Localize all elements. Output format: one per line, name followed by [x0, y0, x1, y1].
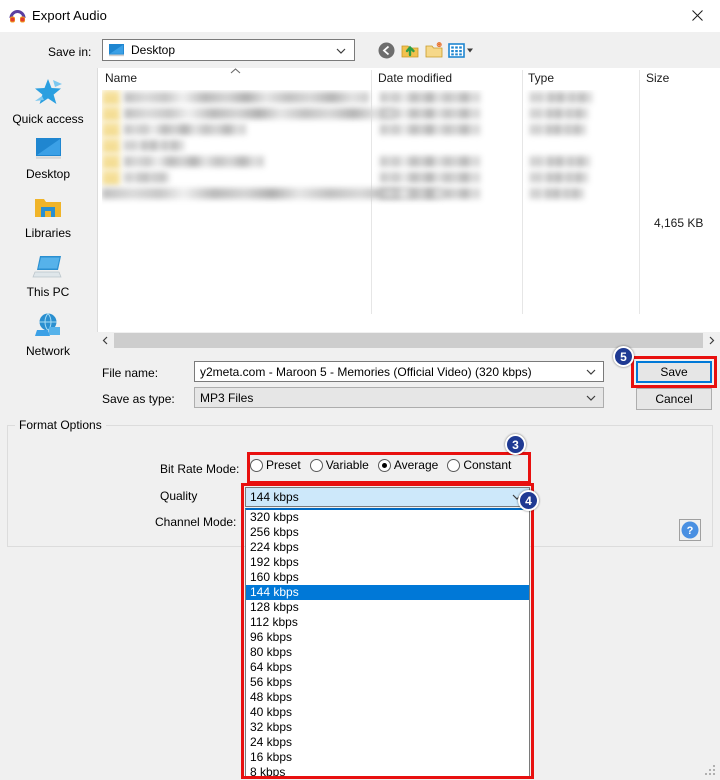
star-icon — [31, 97, 65, 111]
radio-mark — [250, 459, 263, 472]
chevron-down-icon[interactable] — [585, 392, 597, 404]
quality-combobox[interactable]: 144 kbps — [245, 487, 530, 507]
chevron-right-icon[interactable] — [703, 332, 720, 349]
sidebar-item-label: This PC — [0, 285, 96, 299]
quality-option[interactable]: 56 kbps — [246, 675, 529, 690]
radio-label: Variable — [326, 458, 369, 472]
network-globe-icon — [31, 329, 65, 343]
column-header-date-modified[interactable]: Date modified — [378, 71, 452, 85]
sidebar-item-label: Quick access — [0, 112, 96, 126]
monitor-icon — [108, 43, 125, 57]
quality-option[interactable]: 24 kbps — [246, 735, 529, 750]
new-folder-icon[interactable] — [422, 38, 446, 62]
svg-text:?: ? — [687, 525, 694, 537]
radio-mark — [310, 459, 323, 472]
chevron-down-icon[interactable] — [335, 45, 347, 57]
file-list[interactable]: Name Date modified Type Size — [97, 68, 720, 332]
file-name-label: File name: — [102, 366, 158, 380]
folder-icon — [32, 211, 64, 225]
column-header-type[interactable]: Type — [528, 71, 554, 85]
up-folder-icon[interactable] — [398, 38, 422, 62]
export-audio-dialog: Export Audio Save in: Desktop — [0, 0, 720, 780]
file-rows-blurred[interactable] — [102, 90, 720, 205]
computer-icon — [31, 270, 65, 284]
quality-option[interactable]: 192 kbps — [246, 555, 529, 570]
quality-option[interactable]: 96 kbps — [246, 630, 529, 645]
column-header-size[interactable]: Size — [646, 71, 669, 85]
quality-option[interactable]: 48 kbps — [246, 690, 529, 705]
radio-label: Average — [394, 458, 438, 472]
quality-option[interactable]: 64 kbps — [246, 660, 529, 675]
radio-mark — [447, 459, 460, 472]
window-title: Export Audio — [32, 8, 107, 23]
quality-option[interactable]: 16 kbps — [246, 750, 529, 765]
sidebar-item-desktop[interactable]: Desktop — [0, 135, 96, 181]
annotation-badge-4: 4 — [518, 490, 539, 511]
file-name-value: y2meta.com - Maroon 5 - Memories (Offici… — [200, 365, 532, 379]
format-options-legend: Format Options — [15, 418, 106, 432]
radio-mark-selected — [378, 459, 391, 472]
resize-grip[interactable] — [705, 765, 717, 777]
sidebar-item-label: Libraries — [0, 226, 96, 240]
radio-preset[interactable]: Preset — [250, 458, 301, 472]
column-header-name[interactable]: Name — [105, 71, 137, 85]
radio-average[interactable]: Average — [378, 458, 438, 472]
radio-label: Preset — [266, 458, 301, 472]
radio-variable[interactable]: Variable — [310, 458, 369, 472]
annotation-badge-5: 5 — [613, 346, 634, 367]
file-name-input[interactable]: y2meta.com - Maroon 5 - Memories (Offici… — [194, 361, 604, 382]
chevron-down-icon[interactable] — [585, 366, 597, 378]
save-in-combobox[interactable]: Desktop — [102, 39, 355, 61]
column-header-row: Name Date modified Type Size — [98, 68, 720, 89]
title-bar: Export Audio — [0, 0, 720, 32]
radio-label: Constant — [463, 458, 511, 472]
channel-mode-label: Channel Mode: — [155, 515, 236, 529]
sidebar-item-this-pc[interactable]: This PC — [0, 253, 96, 299]
sidebar-item-label: Desktop — [0, 167, 96, 181]
back-icon[interactable] — [374, 38, 398, 62]
quality-option[interactable]: 160 kbps — [246, 570, 529, 585]
question-mark-icon: ? — [681, 521, 699, 539]
quality-value: 144 kbps — [250, 490, 299, 504]
quality-option[interactable]: 80 kbps — [246, 645, 529, 660]
views-icon[interactable] — [446, 38, 480, 62]
sidebar-item-quick-access[interactable]: Quick access — [0, 76, 96, 126]
help-button[interactable]: ? — [679, 519, 701, 541]
sidebar-item-network[interactable]: Network — [0, 312, 96, 358]
sidebar-item-libraries[interactable]: Libraries — [0, 194, 96, 240]
quality-option[interactable]: 320 kbps — [246, 510, 529, 525]
radio-constant[interactable]: Constant — [447, 458, 511, 472]
save-as-type-label: Save as type: — [102, 392, 175, 406]
quality-label: Quality — [160, 489, 197, 503]
quality-option[interactable]: 8 kbps — [246, 765, 529, 777]
sidebar-item-label: Network — [0, 344, 96, 358]
cancel-button[interactable]: Cancel — [636, 388, 712, 410]
close-icon[interactable] — [675, 0, 720, 31]
monitor-icon — [32, 152, 64, 166]
quality-option[interactable]: 32 kbps — [246, 720, 529, 735]
places-sidebar: Quick access Desktop Libraries — [0, 68, 96, 349]
quality-option[interactable]: 40 kbps — [246, 705, 529, 720]
save-as-type-value: MP3 Files — [200, 391, 253, 405]
save-in-value: Desktop — [131, 43, 175, 57]
quality-option[interactable]: 128 kbps — [246, 600, 529, 615]
scrollbar-thumb[interactable] — [114, 333, 703, 348]
quality-option-selected[interactable]: 144 kbps — [246, 585, 529, 600]
sort-ascending-caret — [230, 64, 241, 72]
quality-option[interactable]: 112 kbps — [246, 615, 529, 630]
chevron-left-icon[interactable] — [97, 332, 114, 349]
file-size-value: 4,165 KB — [654, 216, 703, 230]
save-in-label: Save in: — [48, 45, 91, 59]
save-button[interactable]: Save — [636, 361, 712, 383]
bit-rate-mode-radio-group[interactable]: Preset Variable Average Constant — [250, 458, 520, 472]
annotation-badge-3: 3 — [505, 434, 526, 455]
save-as-type-combobox[interactable]: MP3 Files — [194, 387, 604, 408]
headphones-icon — [9, 8, 26, 24]
quality-option[interactable]: 224 kbps — [246, 540, 529, 555]
quality-dropdown-list[interactable]: 320 kbps 256 kbps 224 kbps 192 kbps 160 … — [245, 508, 530, 777]
bit-rate-mode-label: Bit Rate Mode: — [160, 462, 239, 476]
quality-option[interactable]: 256 kbps — [246, 525, 529, 540]
